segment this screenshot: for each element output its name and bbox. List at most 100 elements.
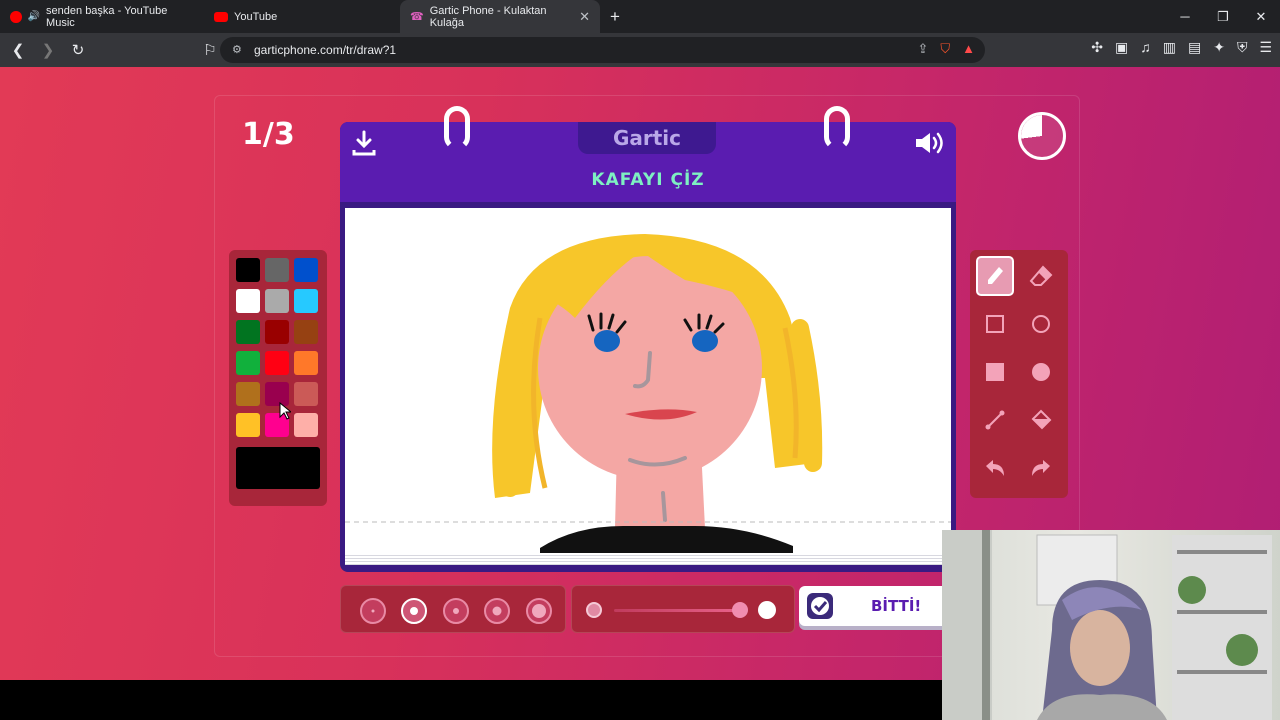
color-swatch[interactable] xyxy=(294,413,318,437)
selected-color-preview xyxy=(236,447,320,489)
minimize-icon[interactable]: ─ xyxy=(1166,0,1204,33)
brush-size-5[interactable] xyxy=(526,598,552,624)
opacity-slider[interactable] xyxy=(571,585,795,633)
color-swatch[interactable] xyxy=(236,382,260,406)
share-icon[interactable]: ⇪ xyxy=(917,41,928,57)
bookmark-icon[interactable]: ⚐ xyxy=(198,38,222,62)
close-window-icon[interactable]: ✕ xyxy=(1242,0,1280,33)
color-swatch[interactable] xyxy=(265,351,289,375)
opacity-handle[interactable] xyxy=(732,602,748,618)
brush-size-selector xyxy=(340,585,566,633)
color-swatch[interactable] xyxy=(294,320,318,344)
back-icon[interactable]: ❮ xyxy=(6,38,30,62)
rectangle-tool[interactable] xyxy=(976,304,1014,344)
leo-icon[interactable]: ✦ xyxy=(1213,39,1225,56)
bottom-black-bar xyxy=(0,680,942,720)
rect-outline-icon xyxy=(986,315,1004,333)
done-button[interactable]: BİTTİ! xyxy=(799,586,949,626)
rect-fill-icon xyxy=(986,363,1004,381)
webcam-overlay xyxy=(942,530,1280,720)
color-swatch[interactable] xyxy=(265,258,289,282)
drawing-book: Gartic KAFAYI ÇİZ xyxy=(340,106,956,572)
redo-button[interactable] xyxy=(1022,448,1060,488)
sidebar-icon[interactable]: ▥ xyxy=(1163,39,1176,56)
drawing-instruction: KAFAYI ÇİZ xyxy=(591,170,705,190)
done-label: BİTTİ! xyxy=(871,597,922,615)
tab-youtube[interactable]: YouTube xyxy=(204,0,400,33)
pencil-icon xyxy=(988,267,1003,284)
brave-shield-icon[interactable]: ⛉ xyxy=(940,41,950,57)
window-controls: ─ ❐ ✕ xyxy=(1166,0,1280,33)
reload-icon[interactable]: ↻ xyxy=(66,38,90,62)
tool-panel xyxy=(970,250,1068,498)
filled-rectangle-tool[interactable] xyxy=(976,352,1014,392)
webcam-person-image xyxy=(942,530,1272,720)
binder-ring-icon xyxy=(444,106,470,150)
circle-outline-icon xyxy=(1032,315,1050,333)
check-icon xyxy=(807,593,833,619)
color-swatch[interactable] xyxy=(236,289,260,313)
bucket-icon xyxy=(1031,409,1052,430)
color-swatch[interactable] xyxy=(265,320,289,344)
eraser-icon xyxy=(1029,265,1053,286)
vpn-icon[interactable]: ⛨ xyxy=(1237,39,1248,56)
brush-size-2[interactable] xyxy=(401,598,427,624)
forward-icon[interactable]: ❯ xyxy=(36,38,60,62)
menu-icon[interactable]: ☰ xyxy=(1259,39,1272,56)
color-swatch[interactable] xyxy=(294,258,318,282)
browser-tab-bar: 🔊 senden başka - YouTube Music YouTube ☎… xyxy=(0,0,1280,33)
redo-icon xyxy=(1032,460,1050,476)
brush-size-1[interactable] xyxy=(360,598,386,624)
low-opacity-icon xyxy=(586,602,602,618)
wallet-icon[interactable]: ▤ xyxy=(1188,39,1201,56)
extensions-area: ✣ ▣ ♫ ▥ ▤ ✦ ⛨ ☰ xyxy=(1091,39,1272,56)
brush-size-4[interactable] xyxy=(484,598,510,624)
address-bar[interactable]: ⚙ garticphone.com/tr/draw?1 ⇪ ⛉ ▲ xyxy=(220,37,985,63)
gartic-logo: Gartic xyxy=(578,122,716,154)
color-swatch[interactable] xyxy=(236,320,260,344)
download-icon[interactable] xyxy=(352,130,376,156)
music-icon[interactable]: ♫ xyxy=(1140,39,1151,56)
speaker-icon: 🔊 xyxy=(27,11,41,22)
binder-ring-icon xyxy=(824,106,850,150)
color-swatch[interactable] xyxy=(294,351,318,375)
color-swatch[interactable] xyxy=(236,351,260,375)
youtube-music-icon xyxy=(10,10,22,23)
new-tab-button[interactable]: + xyxy=(600,0,630,33)
color-swatch[interactable] xyxy=(294,382,318,406)
eraser-tool[interactable] xyxy=(1022,256,1060,296)
drawing-face-image xyxy=(345,234,951,553)
restore-icon[interactable]: ❐ xyxy=(1204,0,1242,33)
color-swatch[interactable] xyxy=(265,289,289,313)
site-info-icon[interactable]: ⚙ xyxy=(232,43,242,56)
browser-toolbar: ❮ ❯ ↻ ⚐ ⚙ garticphone.com/tr/draw?1 ⇪ ⛉ … xyxy=(0,33,1280,67)
undo-button[interactable] xyxy=(976,448,1014,488)
color-swatch[interactable] xyxy=(236,258,260,282)
fill-tool[interactable] xyxy=(1022,400,1060,440)
tab-gartic-phone[interactable]: ☎ Gartic Phone - Kulaktan Kulağa ✕ xyxy=(400,0,600,33)
brush-size-3[interactable] xyxy=(443,598,469,624)
line-tool[interactable] xyxy=(976,400,1014,440)
ellipse-tool[interactable] xyxy=(1022,304,1060,344)
volume-icon[interactable] xyxy=(914,130,946,156)
round-counter: 1/3 xyxy=(242,117,295,152)
pencil-tool[interactable] xyxy=(976,256,1014,296)
gartic-icon: ☎ xyxy=(410,11,424,23)
color-swatch[interactable] xyxy=(236,413,260,437)
youtube-icon xyxy=(214,11,228,22)
tab-title: senden başka - YouTube Music xyxy=(46,4,168,29)
screenshot-icon[interactable]: ▣ xyxy=(1115,39,1128,56)
high-opacity-icon xyxy=(758,601,776,619)
brave-rewards-icon[interactable]: ▲ xyxy=(962,41,975,57)
filled-ellipse-tool[interactable] xyxy=(1022,352,1060,392)
line-icon xyxy=(985,410,1005,430)
extensions-icon[interactable]: ✣ xyxy=(1091,39,1103,56)
color-palette xyxy=(229,250,327,506)
drawing-canvas[interactable] xyxy=(345,208,951,553)
color-swatch[interactable] xyxy=(294,289,318,313)
tab-title: YouTube xyxy=(234,10,278,23)
tab-youtube-music[interactable]: 🔊 senden başka - YouTube Music xyxy=(0,0,204,33)
close-tab-icon[interactable]: ✕ xyxy=(579,9,590,25)
timer-icon xyxy=(1018,112,1066,160)
opacity-track[interactable] xyxy=(614,609,744,612)
